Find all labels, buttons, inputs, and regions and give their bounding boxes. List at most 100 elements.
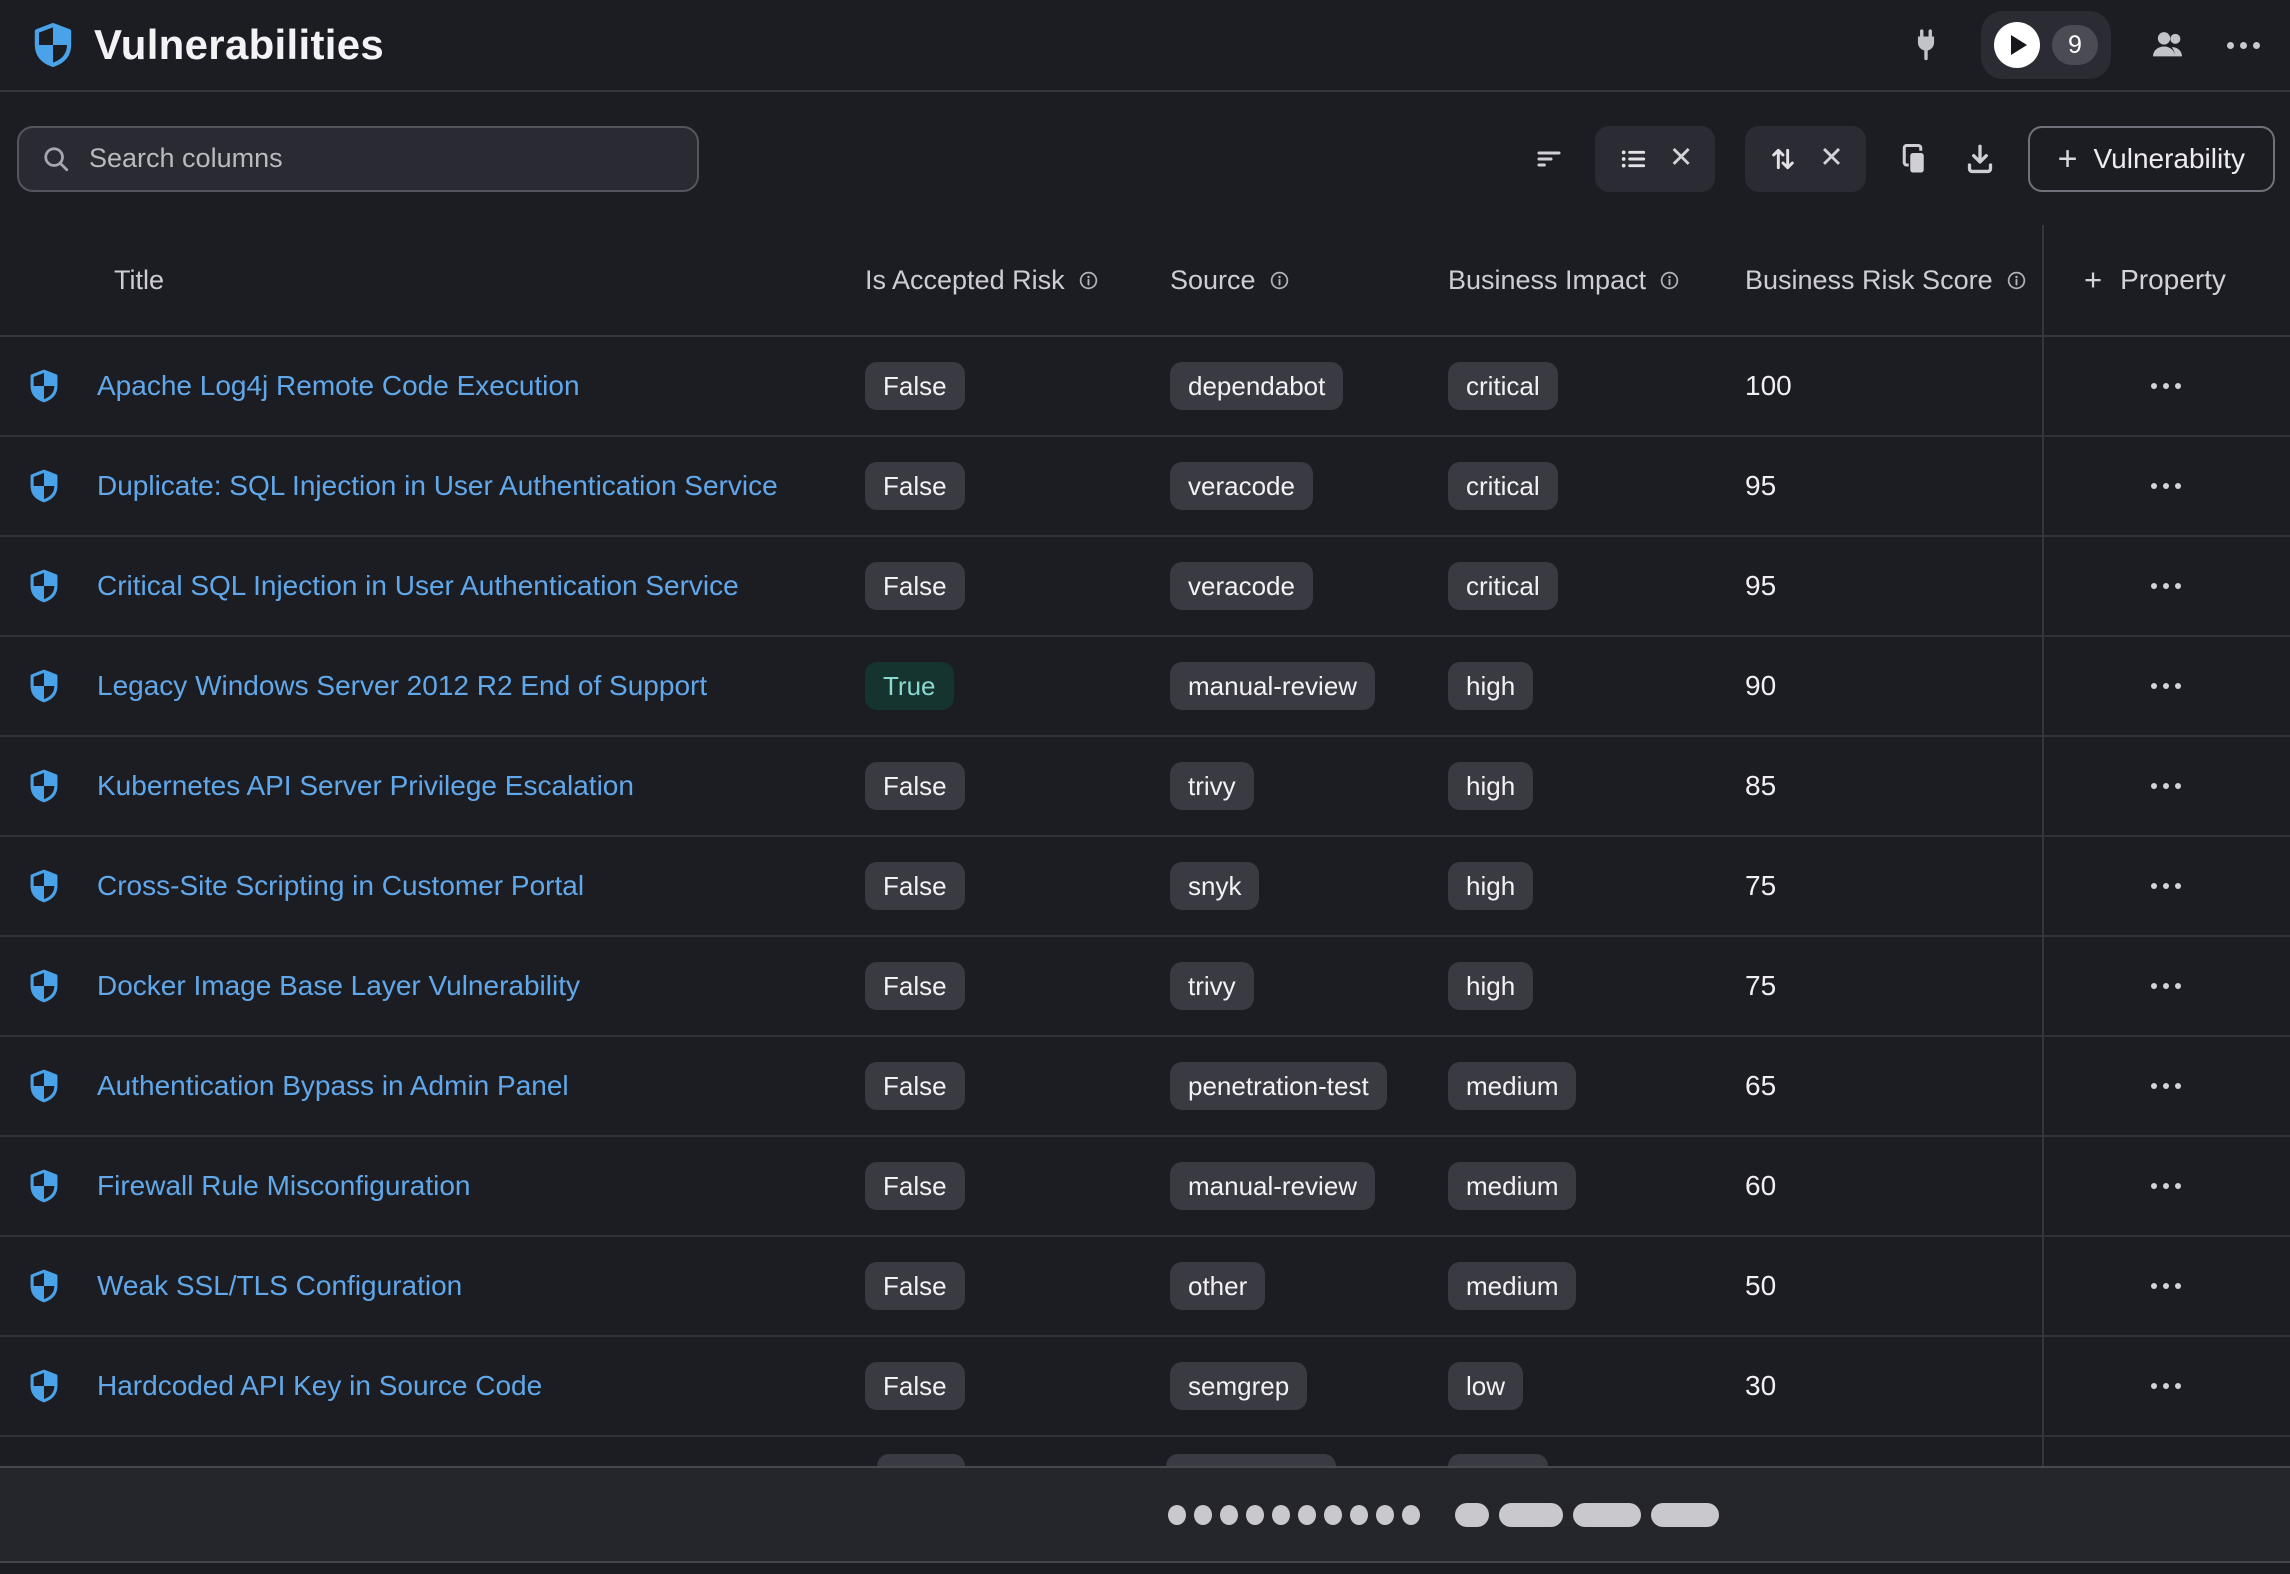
toolbar: ✕ ✕ + Vulnerability (0, 92, 2290, 225)
column-header-is-accepted-risk: Is Accepted Risk (865, 265, 1170, 296)
runs-button[interactable]: 9 (1981, 11, 2111, 79)
info-icon[interactable] (1658, 269, 1681, 292)
table-row: Authentication Bypass in Admin Panel Fal… (0, 1037, 2290, 1137)
column-header-title: Title (97, 265, 865, 296)
is-accepted-risk-badge: False (865, 462, 965, 510)
vulnerability-shield-icon (27, 769, 61, 803)
filter-button[interactable] (1533, 143, 1565, 175)
business-impact-badge: critical (1448, 362, 1558, 410)
info-icon[interactable] (1077, 269, 1100, 292)
row-actions-button[interactable] (2137, 1269, 2195, 1303)
sort-toggle[interactable]: ✕ (1745, 126, 1865, 192)
list-icon (1617, 143, 1649, 175)
table-header-row: Title Is Accepted Risk Source Business I… (0, 225, 2290, 337)
vulnerability-title-link[interactable]: Apache Log4j Remote Code Execution (97, 370, 865, 402)
ellipsis-icon (2151, 1083, 2157, 1089)
ellipsis-icon (2151, 683, 2157, 689)
is-accepted-risk-badge: False (865, 1262, 965, 1310)
is-accepted-risk-badge: True (865, 662, 954, 710)
vulnerability-title-link[interactable]: Weak SSL/TLS Configuration (97, 1270, 865, 1302)
row-actions-button[interactable] (2137, 1069, 2195, 1103)
info-icon[interactable] (2005, 269, 2028, 292)
add-vulnerability-button[interactable]: + Vulnerability (2028, 126, 2275, 192)
is-accepted-risk-badge: False (865, 862, 965, 910)
table-row: Firewall Rule Misconfiguration False man… (0, 1137, 2290, 1237)
row-actions-button[interactable] (2137, 869, 2195, 903)
vulnerability-title-link[interactable]: Docker Image Base Layer Vulnerability (97, 970, 865, 1002)
row-actions-button[interactable] (2137, 369, 2195, 403)
source-badge: penetration-test (1170, 1062, 1387, 1110)
is-accepted-risk-badge: False (865, 1162, 965, 1210)
row-actions-button[interactable] (2137, 969, 2195, 1003)
search-box[interactable] (17, 126, 699, 192)
vulnerability-shield-icon (27, 869, 61, 903)
table-row: Docker Image Base Layer Vulnerability Fa… (0, 937, 2290, 1037)
table-footer (0, 1466, 2290, 1563)
vulnerability-title-link[interactable]: Firewall Rule Misconfiguration (97, 1170, 865, 1202)
business-risk-score-value: 95 (1745, 470, 2042, 502)
app-header: Vulnerabilities (30, 21, 384, 69)
row-actions-button[interactable] (2137, 669, 2195, 703)
filter-icon (1533, 143, 1565, 175)
vulnerability-shield-icon (27, 469, 61, 503)
row-actions-button[interactable] (2137, 1169, 2195, 1203)
ellipsis-icon (2227, 42, 2234, 49)
business-impact-badge: high (1448, 962, 1533, 1010)
vulnerability-title-link[interactable]: Cross-Site Scripting in Customer Portal (97, 870, 865, 902)
row-actions-button[interactable] (2137, 569, 2195, 603)
vulnerability-shield-icon (27, 369, 61, 403)
download-button[interactable] (1962, 141, 1998, 177)
more-options-button[interactable] (2227, 42, 2260, 49)
info-icon[interactable] (1268, 269, 1291, 292)
vulnerability-title-link[interactable]: Critical SQL Injection in User Authentic… (97, 570, 865, 602)
vulnerability-shield-icon (27, 1369, 61, 1403)
vulnerability-title-link[interactable]: Kubernetes API Server Privilege Escalati… (97, 770, 865, 802)
source-badge: trivy (1170, 762, 1254, 810)
vulnerability-title-link[interactable]: Hardcoded API Key in Source Code (97, 1370, 865, 1402)
copy-button[interactable] (1896, 141, 1932, 177)
page-title: Vulnerabilities (94, 21, 384, 69)
business-impact-badge: critical (1448, 562, 1558, 610)
table-row: Duplicate: SQL Injection in User Authent… (0, 437, 2290, 537)
table-row: Critical SQL Injection in User Authentic… (0, 537, 2290, 637)
ellipsis-icon (2151, 483, 2157, 489)
add-vulnerability-label: Vulnerability (2094, 143, 2245, 175)
source-badge: semgrep (1170, 1362, 1307, 1410)
vulnerability-title-link[interactable]: Authentication Bypass in Admin Panel (97, 1070, 865, 1102)
business-impact-badge: high (1448, 662, 1533, 710)
vulnerability-shield-icon (27, 1269, 61, 1303)
source-badge: other (1170, 1262, 1265, 1310)
row-actions-button[interactable] (2137, 469, 2195, 503)
vulnerability-title-link[interactable]: Duplicate: SQL Injection in User Authent… (97, 470, 865, 502)
search-columns-input[interactable] (89, 143, 675, 174)
business-risk-score-value: 65 (1745, 1070, 2042, 1102)
row-actions-button[interactable] (2137, 769, 2195, 803)
row-actions-button[interactable] (2137, 1369, 2195, 1403)
business-risk-score-value: 75 (1745, 870, 2042, 902)
business-impact-badge: high (1448, 762, 1533, 810)
business-risk-score-value: 85 (1745, 770, 2042, 802)
table-row: Apache Log4j Remote Code Execution False… (0, 337, 2290, 437)
group-by-toggle[interactable]: ✕ (1595, 126, 1715, 192)
users-icon (2149, 25, 2189, 65)
download-icon (1962, 141, 1998, 177)
business-risk-score-value: 100 (1745, 370, 2042, 402)
partial-badge (877, 1454, 965, 1466)
business-risk-score-value: 30 (1745, 1370, 2042, 1402)
source-badge: manual-review (1170, 662, 1375, 710)
users-button[interactable] (2149, 25, 2189, 65)
vulnerability-table: Title Is Accepted Risk Source Business I… (0, 225, 2290, 1563)
plug-icon (1909, 28, 1943, 62)
add-property-button[interactable]: + Property (2042, 262, 2290, 298)
search-icon (41, 144, 71, 174)
clear-sort-icon[interactable]: ✕ (1819, 144, 1843, 173)
vulnerability-shield-icon (27, 1169, 61, 1203)
clear-group-icon[interactable]: ✕ (1669, 144, 1693, 173)
integrations-button[interactable] (1909, 28, 1943, 62)
table-body: Apache Log4j Remote Code Execution False… (0, 337, 2290, 1437)
source-badge: snyk (1170, 862, 1259, 910)
vulnerability-title-link[interactable]: Legacy Windows Server 2012 R2 End of Sup… (97, 670, 865, 702)
vulnerability-shield-icon (27, 669, 61, 703)
ellipsis-icon (2151, 1383, 2157, 1389)
vulnerability-shield-icon (27, 969, 61, 1003)
